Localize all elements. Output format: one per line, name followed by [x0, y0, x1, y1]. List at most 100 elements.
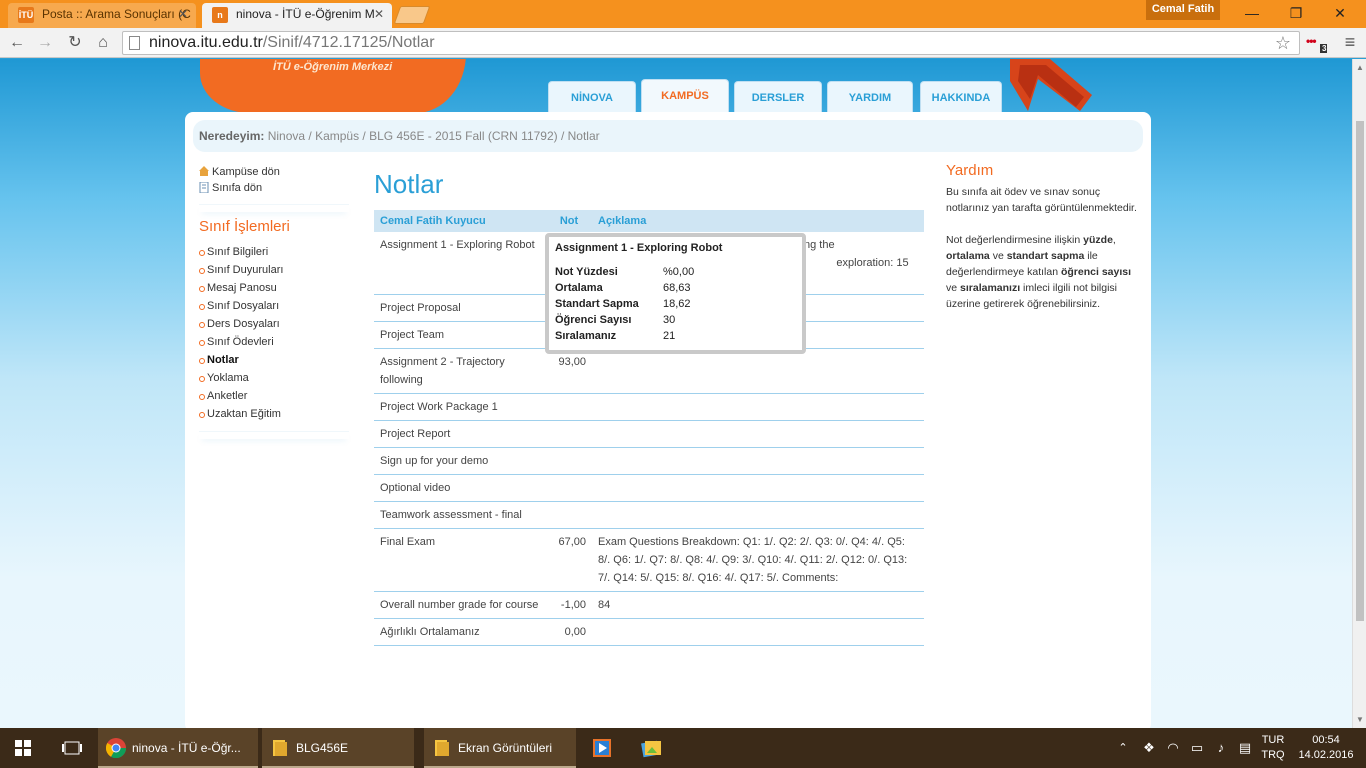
lang-line-1: TUR	[1261, 734, 1285, 746]
chrome-menu-icon[interactable]: ≡	[1340, 32, 1360, 54]
taskbar-chrome[interactable]: ninova - İTÜ e-Öğr...	[98, 728, 258, 768]
help-text: ve	[989, 250, 1007, 262]
sidebar-item-sinif-odevleri[interactable]: Sınıf Ödevleri	[199, 333, 349, 351]
kampuse-don-label: Kampüse dön	[212, 166, 280, 178]
table-row: Final Exam 67,00 Exam Questions Breakdown:…	[374, 528, 924, 592]
grade-name[interactable]: Project Work Package 1	[374, 393, 546, 421]
scroll-down-icon[interactable]: ▼	[1356, 715, 1364, 724]
grade-name[interactable]: Overall number grade for course	[374, 591, 546, 619]
taskbar-photos[interactable]	[630, 728, 670, 768]
reload-icon[interactable]: ↻	[64, 32, 86, 54]
document-icon	[199, 182, 209, 193]
minimize-button[interactable]: —	[1232, 2, 1272, 24]
page-scrollbar[interactable]: ▲ ▼	[1352, 59, 1366, 728]
sidebar-item-uzaktan-egitim[interactable]: Uzaktan Eğitim	[199, 405, 349, 423]
media-player-icon	[593, 739, 611, 757]
home-icon[interactable]: ⌂	[92, 32, 114, 54]
breadcrumb-path[interactable]: Ninova / Kampüs / BLG 456E - 2015 Fall (…	[268, 129, 600, 143]
ninova-logo[interactable]: İTÜ e-Öğrenim Merkezi	[200, 59, 466, 113]
grade-name[interactable]: Sign up for your demo	[374, 447, 546, 475]
windows-logo-icon	[15, 740, 31, 756]
grade-value	[546, 447, 592, 475]
grade-name[interactable]: Teamwork assessment - final	[374, 501, 546, 529]
battery-icon[interactable]: ▭	[1186, 728, 1208, 768]
tooltip-row: Not Yüzdesi %0,00	[555, 264, 796, 280]
nav-yardim[interactable]: YARDIM	[827, 81, 913, 113]
breadcrumb: Neredeyim: Ninova / Kampüs / BLG 456E - …	[193, 120, 1143, 152]
grade-name[interactable]: Project Team	[374, 321, 546, 349]
sidebar-item-anketler[interactable]: Anketler	[199, 387, 349, 405]
profile-badge[interactable]: Cemal Fatih	[1146, 0, 1220, 20]
grade-name[interactable]: Assignment 1 - Exploring Robot	[374, 232, 546, 295]
table-row: Project Report	[374, 420, 924, 448]
language-indicator[interactable]: TUR TRQ	[1258, 728, 1288, 768]
tab-ninova[interactable]: n ninova - İTÜ e-Öğrenim M ✕	[202, 3, 392, 28]
clock[interactable]: 00:54 14.02.2016	[1294, 728, 1358, 768]
start-button[interactable]	[0, 728, 46, 768]
header-aciklama: Açıklama	[592, 210, 924, 232]
sidebar-item-yoklama[interactable]: Yoklama	[199, 369, 349, 387]
sidebar-item-sinif-bilgileri[interactable]: Sınıf Bilgileri	[199, 243, 349, 261]
help-text: Not değerlendirmesine ilişkin	[946, 234, 1084, 246]
clock-date: 14.02.2016	[1298, 749, 1354, 761]
sidebar-item-notlar[interactable]: Notlar	[199, 351, 349, 369]
task-view-button[interactable]	[50, 728, 94, 768]
back-icon[interactable]: ←	[6, 32, 28, 54]
dropbox-icon[interactable]: ❖	[1138, 728, 1160, 768]
breadcrumb-label: Neredeyim:	[199, 129, 265, 143]
grade-name[interactable]: Optional video	[374, 474, 546, 502]
bookmark-star-icon[interactable]: ☆	[1275, 32, 1291, 54]
grade-name[interactable]: Ağırlıklı Ortalamanız	[374, 618, 546, 646]
divider	[199, 204, 349, 212]
taskbar-folder-ekran[interactable]: Ekran Görüntüleri	[424, 728, 576, 768]
kampuse-don-link[interactable]: Kampüse dön	[199, 164, 349, 180]
table-row: Overall number grade for course -1,00 84	[374, 591, 924, 619]
sinifa-don-link[interactable]: Sınıfa dön	[199, 180, 349, 196]
nav-hakkinda[interactable]: HAKKINDA	[920, 81, 1002, 113]
tooltip-row: Öğrenci Sayısı 30	[555, 312, 796, 328]
address-bar[interactable]: ninova.itu.edu.tr/Sinif/4712.17125/Notla…	[122, 31, 1300, 55]
grade-name[interactable]: Project Proposal	[374, 294, 546, 322]
help-bold: sıralamanızı	[960, 282, 1021, 294]
help-text: ve	[946, 282, 961, 294]
tooltip-value: 21	[663, 330, 676, 342]
grade-description	[592, 618, 924, 646]
sidebar-item-ders-dosyalari[interactable]: Ders Dosyaları	[199, 315, 349, 333]
wifi-icon[interactable]: ◠	[1162, 728, 1184, 768]
tooltip-key: Ortalama	[555, 282, 603, 294]
close-tab-icon[interactable]: ✕	[178, 3, 188, 25]
grade-name[interactable]: Project Report	[374, 420, 546, 448]
sidebar-item-sinif-dosyalari[interactable]: Sınıf Dosyaları	[199, 297, 349, 315]
close-tab-icon[interactable]: ✕	[374, 3, 384, 25]
scrollbar-thumb[interactable]	[1356, 121, 1364, 621]
sinifa-don-label: Sınıfa dön	[212, 182, 263, 194]
action-center-icon[interactable]: ▤	[1234, 728, 1256, 768]
grade-name[interactable]: Assignment 2 - Trajectory following	[374, 348, 546, 394]
nav-dersler[interactable]: DERSLER	[734, 81, 822, 113]
taskbar-folder-blg456e[interactable]: BLG456E	[262, 728, 414, 768]
grade-value: 67,00	[546, 528, 592, 592]
sidebar-item-sinif-duyurulari[interactable]: Sınıf Duyuruları	[199, 261, 349, 279]
tab-posta[interactable]: İTÜ Posta :: Arama Sonuçları (C ✕	[8, 3, 196, 28]
nav-kampus[interactable]: KAMPÜS	[641, 79, 729, 113]
lang-line-2: TRQ	[1261, 749, 1285, 761]
tray-expand-icon[interactable]: ⌃	[1112, 728, 1134, 768]
maximize-button[interactable]: ❐	[1276, 2, 1316, 24]
forward-icon[interactable]: →	[34, 32, 56, 54]
grade-name[interactable]: Final Exam	[374, 528, 546, 592]
grade-description	[592, 474, 924, 502]
volume-icon[interactable]: ♪	[1210, 728, 1232, 768]
close-window-button[interactable]: ✕	[1320, 2, 1360, 24]
grade-description: 84	[592, 591, 924, 619]
taskbar-label: ninova - İTÜ e-Öğr...	[132, 741, 241, 755]
table-row: Ağırlıklı Ortalamanız 0,00	[374, 618, 924, 646]
nav-ninova[interactable]: NİNOVA	[548, 81, 636, 113]
extension-icon[interactable]: ••• 3	[1306, 34, 1330, 53]
tooltip-row: Ortalama 68,63	[555, 280, 796, 296]
new-tab-button[interactable]	[393, 6, 431, 24]
scroll-up-icon[interactable]: ▲	[1356, 63, 1364, 72]
taskbar-label: Ekran Görüntüleri	[458, 741, 553, 755]
sidebar-item-mesaj-panosu[interactable]: Mesaj Panosu	[199, 279, 349, 297]
grade-value	[546, 474, 592, 502]
taskbar-media-player[interactable]	[584, 728, 620, 768]
